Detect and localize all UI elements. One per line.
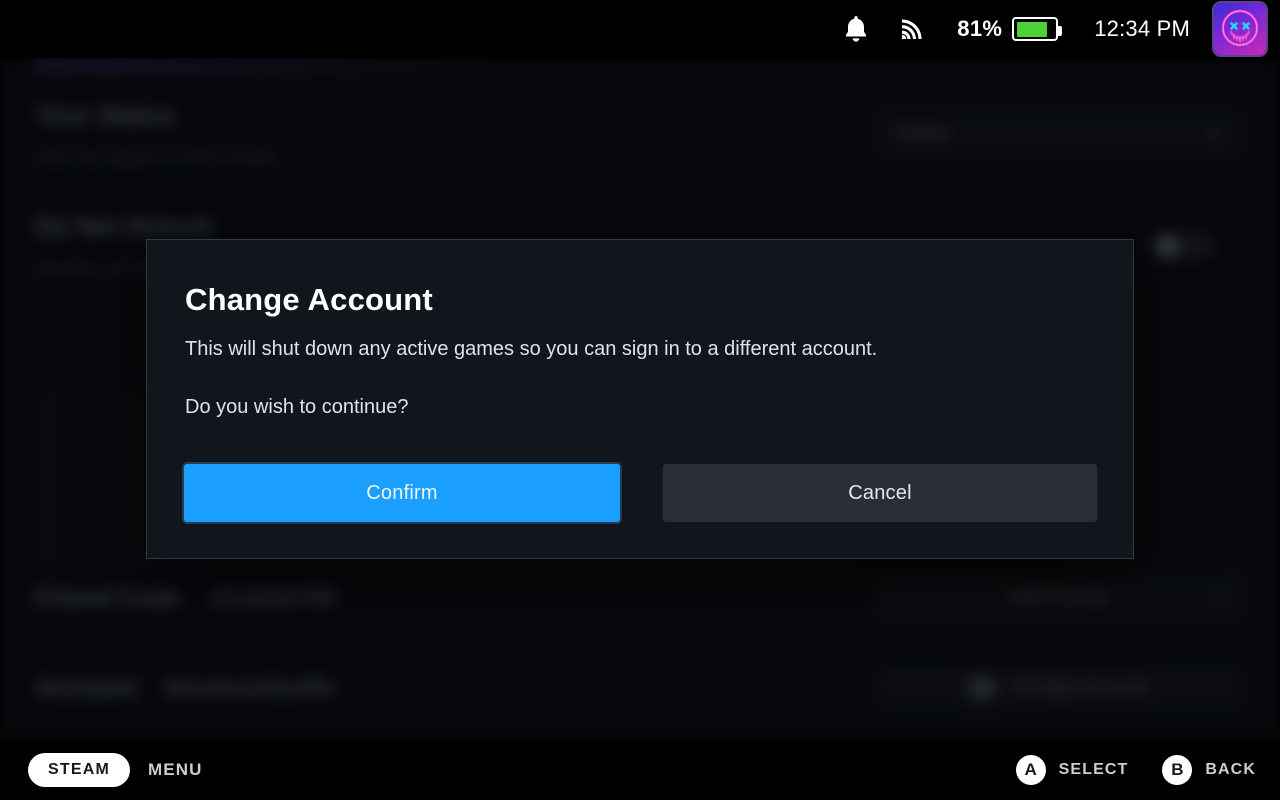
wifi-signal-icon[interactable]	[899, 16, 929, 42]
dialog-message-line1: This will shut down any active games so …	[185, 338, 878, 360]
battery-percent-label: 81%	[957, 16, 1003, 41]
menu-label: MENU	[148, 760, 203, 779]
b-button-icon: B	[1162, 755, 1193, 785]
dialog-message: This will shut down any active games so …	[185, 339, 1095, 418]
status-bar: 81% 12:34 PM	[0, 0, 1280, 58]
footer-right-group: A SELECT B BACK	[1015, 755, 1256, 785]
steam-button[interactable]: STEAM	[28, 753, 130, 787]
hint-select[interactable]: A SELECT	[1015, 755, 1129, 785]
footer-bar: STEAM MENU A SELECT B BACK	[0, 740, 1280, 800]
user-avatar[interactable]	[1214, 3, 1266, 55]
battery-icon	[1012, 17, 1063, 41]
cancel-button[interactable]: Cancel	[663, 464, 1097, 522]
dialog-title: Change Account	[185, 282, 433, 317]
clock-label: 12:34 PM	[1094, 16, 1190, 41]
back-label: BACK	[1205, 761, 1256, 778]
confirm-button[interactable]: Confirm	[184, 464, 620, 522]
notification-bell-icon[interactable]	[843, 14, 869, 44]
battery-fill	[1016, 21, 1047, 37]
select-label: SELECT	[1058, 761, 1129, 778]
dialog-button-row: Confirm Cancel	[184, 464, 1097, 522]
battery-indicator: 81%	[957, 16, 1063, 42]
hint-back[interactable]: B BACK	[1162, 755, 1256, 785]
footer-left-group: STEAM MENU	[28, 753, 202, 787]
dialog-message-line2: Do you wish to continue?	[185, 396, 409, 418]
a-button-icon: A	[1015, 755, 1046, 785]
